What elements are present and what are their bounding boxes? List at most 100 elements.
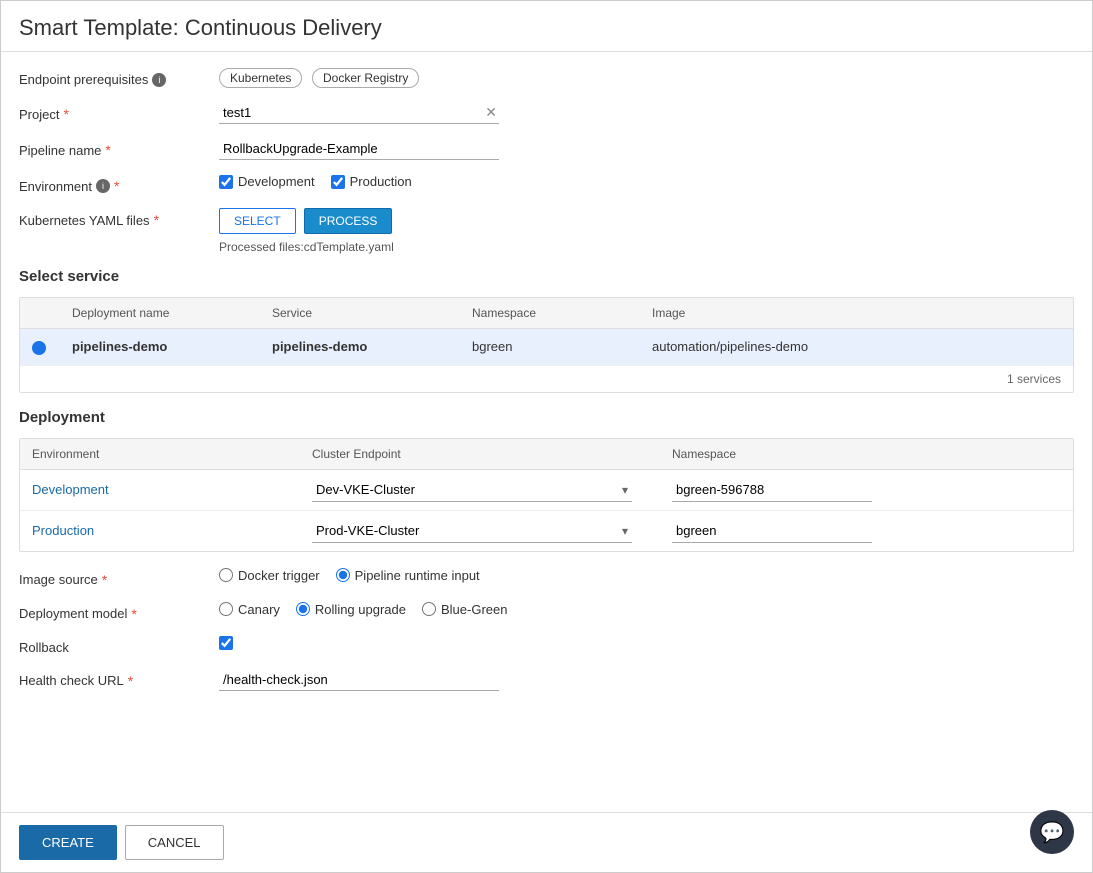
docker-registry-tag: Docker Registry bbox=[312, 68, 419, 88]
chat-bubble-icon: 💬 bbox=[1040, 820, 1065, 845]
cluster-prod-select[interactable]: Dev-VKE-Cluster Prod-VKE-Cluster bbox=[312, 519, 632, 543]
pipeline-runtime-label: Pipeline runtime input bbox=[355, 568, 480, 583]
docker-trigger-radio[interactable] bbox=[219, 568, 233, 582]
deployment-model-row: Deployment model * Canary Rolling upgrad… bbox=[19, 602, 1074, 622]
endpoint-info-icon[interactable]: i bbox=[152, 73, 166, 87]
project-row: Project * ✕ bbox=[19, 102, 1074, 124]
file-buttons-group: SELECT PROCESS bbox=[219, 208, 1074, 234]
pipeline-name-label: Pipeline name * bbox=[19, 138, 219, 158]
deployment-model-required: * bbox=[131, 606, 136, 622]
docker-trigger-option[interactable]: Docker trigger bbox=[219, 568, 320, 583]
service-table-footer: 1 services bbox=[20, 365, 1073, 392]
deployment-table: Environment Cluster Endpoint Namespace D… bbox=[20, 439, 1073, 551]
k8s-yaml-row: Kubernetes YAML files * SELECT PROCESS P… bbox=[19, 208, 1074, 254]
cancel-button[interactable]: CANCEL bbox=[125, 825, 224, 860]
health-check-required: * bbox=[128, 673, 133, 689]
pipeline-name-input[interactable] bbox=[219, 138, 499, 160]
project-clear-btn[interactable]: ✕ bbox=[483, 104, 499, 121]
deployment-model-radio-group: Canary Rolling upgrade Blue-Green bbox=[219, 602, 1074, 617]
env-production-checkbox[interactable]: Production bbox=[331, 174, 412, 189]
k8s-yaml-field: SELECT PROCESS Processed files:cdTemplat… bbox=[219, 208, 1074, 254]
rollback-row: Rollback bbox=[19, 636, 1074, 655]
service-table-wrapper: Deployment name Service Namespace Image … bbox=[19, 297, 1074, 393]
processed-files-text: Processed files:cdTemplate.yaml bbox=[219, 240, 1074, 254]
th-env: Environment bbox=[20, 439, 300, 470]
canary-option[interactable]: Canary bbox=[219, 602, 280, 617]
deployment-title: Deployment bbox=[19, 409, 1074, 426]
env-production-input[interactable] bbox=[331, 175, 345, 189]
health-check-field bbox=[219, 669, 1074, 691]
endpoint-label: Endpoint prerequisites i bbox=[19, 68, 219, 87]
chat-bubble-button[interactable]: 💬 bbox=[1030, 810, 1074, 854]
pipeline-runtime-option[interactable]: Pipeline runtime input bbox=[336, 568, 480, 583]
deployment-model-label: Deployment model * bbox=[19, 602, 219, 622]
namespace-dev-input[interactable] bbox=[672, 478, 872, 502]
namespace-development-cell bbox=[660, 469, 1073, 510]
k8s-required: * bbox=[154, 212, 159, 228]
rolling-upgrade-option[interactable]: Rolling upgrade bbox=[296, 602, 406, 617]
health-check-input[interactable] bbox=[219, 669, 499, 691]
project-label: Project * bbox=[19, 102, 219, 122]
rollback-checkbox[interactable] bbox=[219, 636, 233, 650]
env-production-label: Production bbox=[350, 174, 412, 189]
image-source-row: Image source * Docker trigger Pipeline r… bbox=[19, 568, 1074, 588]
create-button[interactable]: CREATE bbox=[19, 825, 117, 860]
image-source-radio-group: Docker trigger Pipeline runtime input bbox=[219, 568, 1074, 583]
env-development-cell: Development bbox=[20, 469, 300, 510]
endpoint-row: Endpoint prerequisites i Kubernetes Dock… bbox=[19, 68, 1074, 88]
th-deployment bbox=[20, 298, 60, 329]
cluster-dev-select[interactable]: Dev-VKE-Cluster Prod-VKE-Cluster bbox=[312, 478, 632, 502]
blue-green-label: Blue-Green bbox=[441, 602, 507, 617]
service-table: Deployment name Service Namespace Image … bbox=[20, 298, 1073, 365]
rolling-upgrade-label: Rolling upgrade bbox=[315, 602, 406, 617]
namespace-prod-input[interactable] bbox=[672, 519, 872, 543]
th-image: Image bbox=[640, 298, 1073, 329]
service-table-row[interactable]: pipelines-demo pipelines-demo bgreen aut… bbox=[20, 329, 1073, 365]
bottom-buttons-bar: CREATE CANCEL bbox=[1, 812, 1092, 872]
env-development-checkbox[interactable]: Development bbox=[219, 174, 315, 189]
page-title: Smart Template: Continuous Delivery bbox=[1, 1, 1092, 52]
rollback-label: Rollback bbox=[19, 636, 219, 655]
health-check-row: Health check URL * bbox=[19, 669, 1074, 691]
deployment-section: Deployment Environment Cluster Endpoint … bbox=[19, 409, 1074, 552]
env-production-cell: Production bbox=[20, 510, 300, 551]
bottom-spacer bbox=[19, 705, 1074, 765]
environment-field: Development Production bbox=[219, 174, 1074, 189]
project-field: ✕ bbox=[219, 102, 1074, 124]
row-deployment-name: pipelines-demo bbox=[60, 329, 260, 365]
pipeline-name-row: Pipeline name * bbox=[19, 138, 1074, 160]
select-button[interactable]: SELECT bbox=[219, 208, 296, 234]
environment-required: * bbox=[114, 178, 119, 194]
env-development-input[interactable] bbox=[219, 175, 233, 189]
namespace-production-cell bbox=[660, 510, 1073, 551]
cluster-production-cell: Dev-VKE-Cluster Prod-VKE-Cluster bbox=[300, 510, 660, 551]
deployment-model-field: Canary Rolling upgrade Blue-Green bbox=[219, 602, 1074, 617]
k8s-yaml-label: Kubernetes YAML files * bbox=[19, 208, 219, 228]
th-ns: Namespace bbox=[660, 439, 1073, 470]
environment-row: Environment i * Development Production bbox=[19, 174, 1074, 194]
select-service-title: Select service bbox=[19, 268, 1074, 285]
pipeline-required: * bbox=[105, 142, 110, 158]
th-service: Service bbox=[260, 298, 460, 329]
rolling-upgrade-radio[interactable] bbox=[296, 602, 310, 616]
canary-radio[interactable] bbox=[219, 602, 233, 616]
th-deployment-name: Deployment name bbox=[60, 298, 260, 329]
row-radio bbox=[20, 329, 60, 365]
blue-green-option[interactable]: Blue-Green bbox=[422, 602, 507, 617]
content-area: Endpoint prerequisites i Kubernetes Dock… bbox=[1, 52, 1092, 781]
project-input[interactable] bbox=[219, 102, 483, 123]
th-cluster: Cluster Endpoint bbox=[300, 439, 660, 470]
pipeline-name-field bbox=[219, 138, 1074, 160]
environment-info-icon[interactable]: i bbox=[96, 179, 110, 193]
project-input-wrapper: ✕ bbox=[219, 102, 499, 124]
environment-label: Environment i * bbox=[19, 174, 219, 194]
blue-green-radio[interactable] bbox=[422, 602, 436, 616]
cluster-dev-select-wrapper: Dev-VKE-Cluster Prod-VKE-Cluster bbox=[312, 478, 632, 502]
cluster-prod-select-wrapper: Dev-VKE-Cluster Prod-VKE-Cluster bbox=[312, 519, 632, 543]
kubernetes-tag: Kubernetes bbox=[219, 68, 302, 88]
pipeline-runtime-radio[interactable] bbox=[336, 568, 350, 582]
deployment-row-production: Production Dev-VKE-Cluster Prod-VKE-Clus… bbox=[20, 510, 1073, 551]
process-button[interactable]: PROCESS bbox=[304, 208, 393, 234]
row-service: pipelines-demo bbox=[260, 329, 460, 365]
th-namespace: Namespace bbox=[460, 298, 640, 329]
